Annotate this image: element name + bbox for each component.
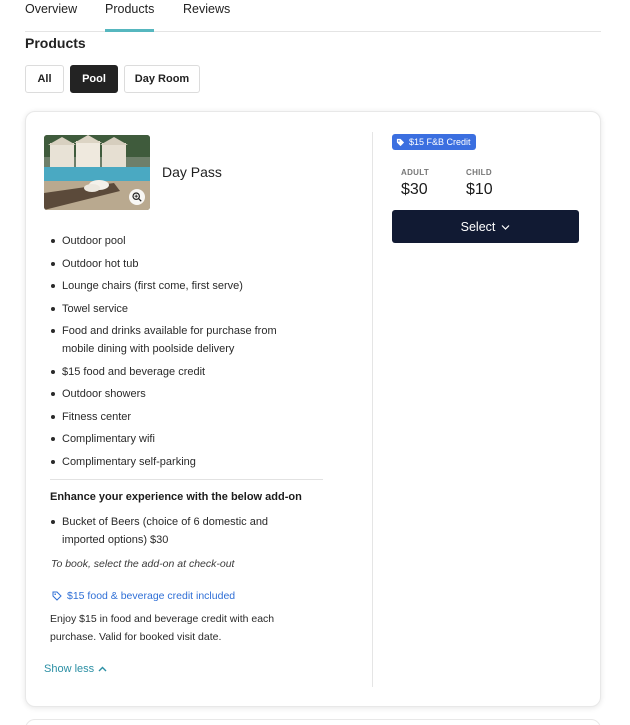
- list-item: Complimentary wifi: [50, 430, 300, 448]
- product-name: Day Pass: [162, 164, 222, 180]
- credit-link[interactable]: $15 food & beverage credit included: [52, 590, 235, 602]
- addon-heading: Enhance your experience with the below a…: [50, 491, 302, 503]
- credit-description: Enjoy $15 in food and beverage credit wi…: [50, 613, 275, 643]
- filter-all-button[interactable]: All: [25, 65, 64, 93]
- child-price-label: CHILD: [466, 168, 492, 177]
- chevron-down-icon: [501, 224, 510, 230]
- list-item: Outdoor pool: [50, 232, 300, 250]
- next-product-card: [25, 719, 601, 725]
- child-price-value: $10: [466, 181, 493, 198]
- addon-list: Bucket of Beers (choice of 6 domestic an…: [50, 513, 300, 549]
- booking-note: To book, select the add-on at check-out: [51, 558, 235, 570]
- child-price: CHILD $10: [466, 168, 493, 199]
- tab-reviews[interactable]: Reviews: [183, 2, 230, 16]
- amenities-list: Outdoor pool Outdoor hot tub Lounge chai…: [50, 232, 300, 475]
- list-item: $15 food and beverage credit: [50, 363, 300, 381]
- credit-link-label: $15 food & beverage credit included: [67, 590, 236, 602]
- adult-price-value: $30: [401, 181, 428, 198]
- section-title: Products: [25, 35, 86, 51]
- tag-icon: [396, 138, 405, 146]
- list-item: Outdoor hot tub: [50, 255, 300, 273]
- product-card: Day Pass Outdoor pool Outdoor hot tub Lo…: [25, 111, 601, 707]
- list-item: Outdoor showers: [50, 385, 300, 403]
- select-button-label: Select: [460, 219, 496, 234]
- show-less-label: Show less: [44, 663, 95, 675]
- divider: [50, 479, 323, 480]
- list-item: Fitness center: [50, 408, 300, 426]
- list-item: Bucket of Beers (choice of 6 domestic an…: [50, 513, 300, 549]
- list-item: Food and drinks available for purchase f…: [50, 322, 300, 358]
- list-item: Lounge chairs (first come, first serve): [50, 277, 300, 295]
- list-item: Complimentary self-parking: [50, 453, 300, 471]
- tab-products[interactable]: Products: [105, 2, 155, 32]
- chevron-up-icon: [98, 666, 107, 672]
- filter-pool-button[interactable]: Pool: [70, 65, 118, 93]
- credit-badge-label: $15 F&B Credit: [409, 137, 471, 147]
- tab-bar: Overview Products Reviews: [25, 0, 601, 32]
- tab-overview[interactable]: Overview: [25, 2, 77, 16]
- select-button[interactable]: Select: [392, 210, 579, 243]
- tag-icon: [52, 591, 62, 601]
- adult-price: ADULT $30: [401, 168, 429, 199]
- filter-day-room-button[interactable]: Day Room: [124, 65, 200, 93]
- credit-badge: $15 F&B Credit: [392, 134, 476, 150]
- zoom-in-icon[interactable]: [129, 189, 145, 205]
- product-image[interactable]: [44, 135, 150, 210]
- adult-price-label: ADULT: [401, 168, 430, 177]
- show-less-button[interactable]: Show less: [44, 663, 107, 675]
- column-divider: [372, 132, 373, 687]
- list-item: Towel service: [50, 300, 300, 318]
